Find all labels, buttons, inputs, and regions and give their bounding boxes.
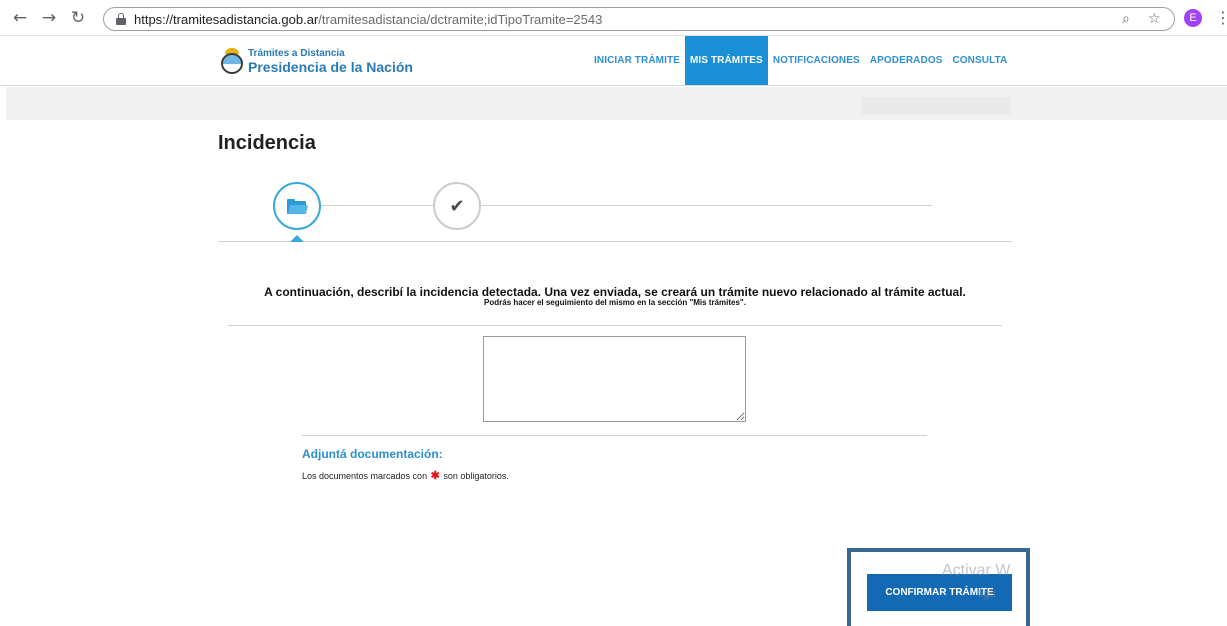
attach-divider (302, 435, 927, 436)
site-header: Trámites a Distancia Presidencia de la N… (0, 36, 1227, 86)
bookmark-star-icon[interactable]: ☆ (1148, 11, 1161, 27)
step-upload[interactable] (273, 182, 321, 230)
step-confirm[interactable]: ✔ (433, 182, 481, 230)
page-title: Incidencia (218, 132, 316, 154)
folder-open-icon (287, 198, 308, 214)
nav-notificaciones[interactable]: NOTIFICACIONES (768, 36, 865, 85)
forward-arrow-icon[interactable]: → (39, 8, 59, 28)
url-domain: https://tramitesadistancia.gob.ar (134, 12, 319, 27)
browser-toolbar: ← → ↻ https://tramitesadistancia.gob.ar/… (0, 0, 1227, 36)
coat-of-arms-icon (221, 48, 243, 74)
nav-iniciar-tramite[interactable]: INICIAR TRÁMITE (589, 36, 685, 85)
nav-apoderados[interactable]: APODERADOS (865, 36, 948, 85)
url-path: /tramitesadistancia/dctramite;idTipoTram… (318, 12, 603, 27)
required-star-icon: ✱ (430, 470, 440, 482)
reload-icon[interactable]: ↻ (68, 8, 88, 28)
profile-avatar[interactable]: E (1184, 9, 1202, 27)
required-docs-note: Los documentos marcados con ✱ son obliga… (302, 469, 509, 482)
windows-activation-watermark-sub: figu (978, 588, 996, 600)
instruction-subtext: Podrás hacer el seguimiento del mismo en… (484, 298, 746, 307)
active-step-pointer (290, 235, 304, 242)
back-arrow-icon[interactable]: ← (10, 8, 30, 28)
subheader-box (861, 97, 1011, 115)
instruction-text: A continuación, describí la incidencia d… (264, 285, 966, 299)
logo-subtitle: Trámites a Distancia (248, 47, 345, 59)
subheader-band (6, 87, 1227, 120)
nav-mis-tramites[interactable]: MIS TRÁMITES (684, 36, 768, 85)
section-divider (228, 325, 1002, 326)
windows-activation-watermark: Activar W (942, 562, 1011, 579)
docs-note-before: Los documentos marcados con (302, 471, 428, 481)
address-bar[interactable]: https://tramitesadistancia.gob.ar/tramit… (103, 7, 1175, 31)
page-root: ← → ↻ https://tramitesadistancia.gob.ar/… (0, 0, 1227, 626)
browser-menu-icon[interactable]: ⋮ (1215, 8, 1227, 27)
logo-text: Trámites a Distancia Presidencia de la N… (248, 47, 413, 75)
lock-icon (116, 13, 126, 25)
url-text[interactable]: https://tramitesadistancia.gob.ar/tramit… (134, 12, 602, 27)
main-nav: INICIAR TRÁMITE MIS TRÁMITES NOTIFICACIO… (589, 36, 1012, 85)
attach-title: Adjuntá documentación: (302, 447, 443, 461)
zoom-icon[interactable]: ⌕ (1122, 11, 1130, 27)
stepper-line (321, 205, 932, 206)
docs-note-after: son obligatorios. (443, 471, 509, 481)
incidence-description-field[interactable] (483, 336, 746, 422)
site-logo[interactable]: Trámites a Distancia Presidencia de la N… (221, 41, 413, 81)
logo-title: Presidencia de la Nación (248, 58, 413, 75)
nav-consulta[interactable]: CONSULTA (947, 36, 1012, 85)
stepper-divider (218, 241, 1012, 242)
checkmark-icon: ✔ (449, 195, 465, 217)
